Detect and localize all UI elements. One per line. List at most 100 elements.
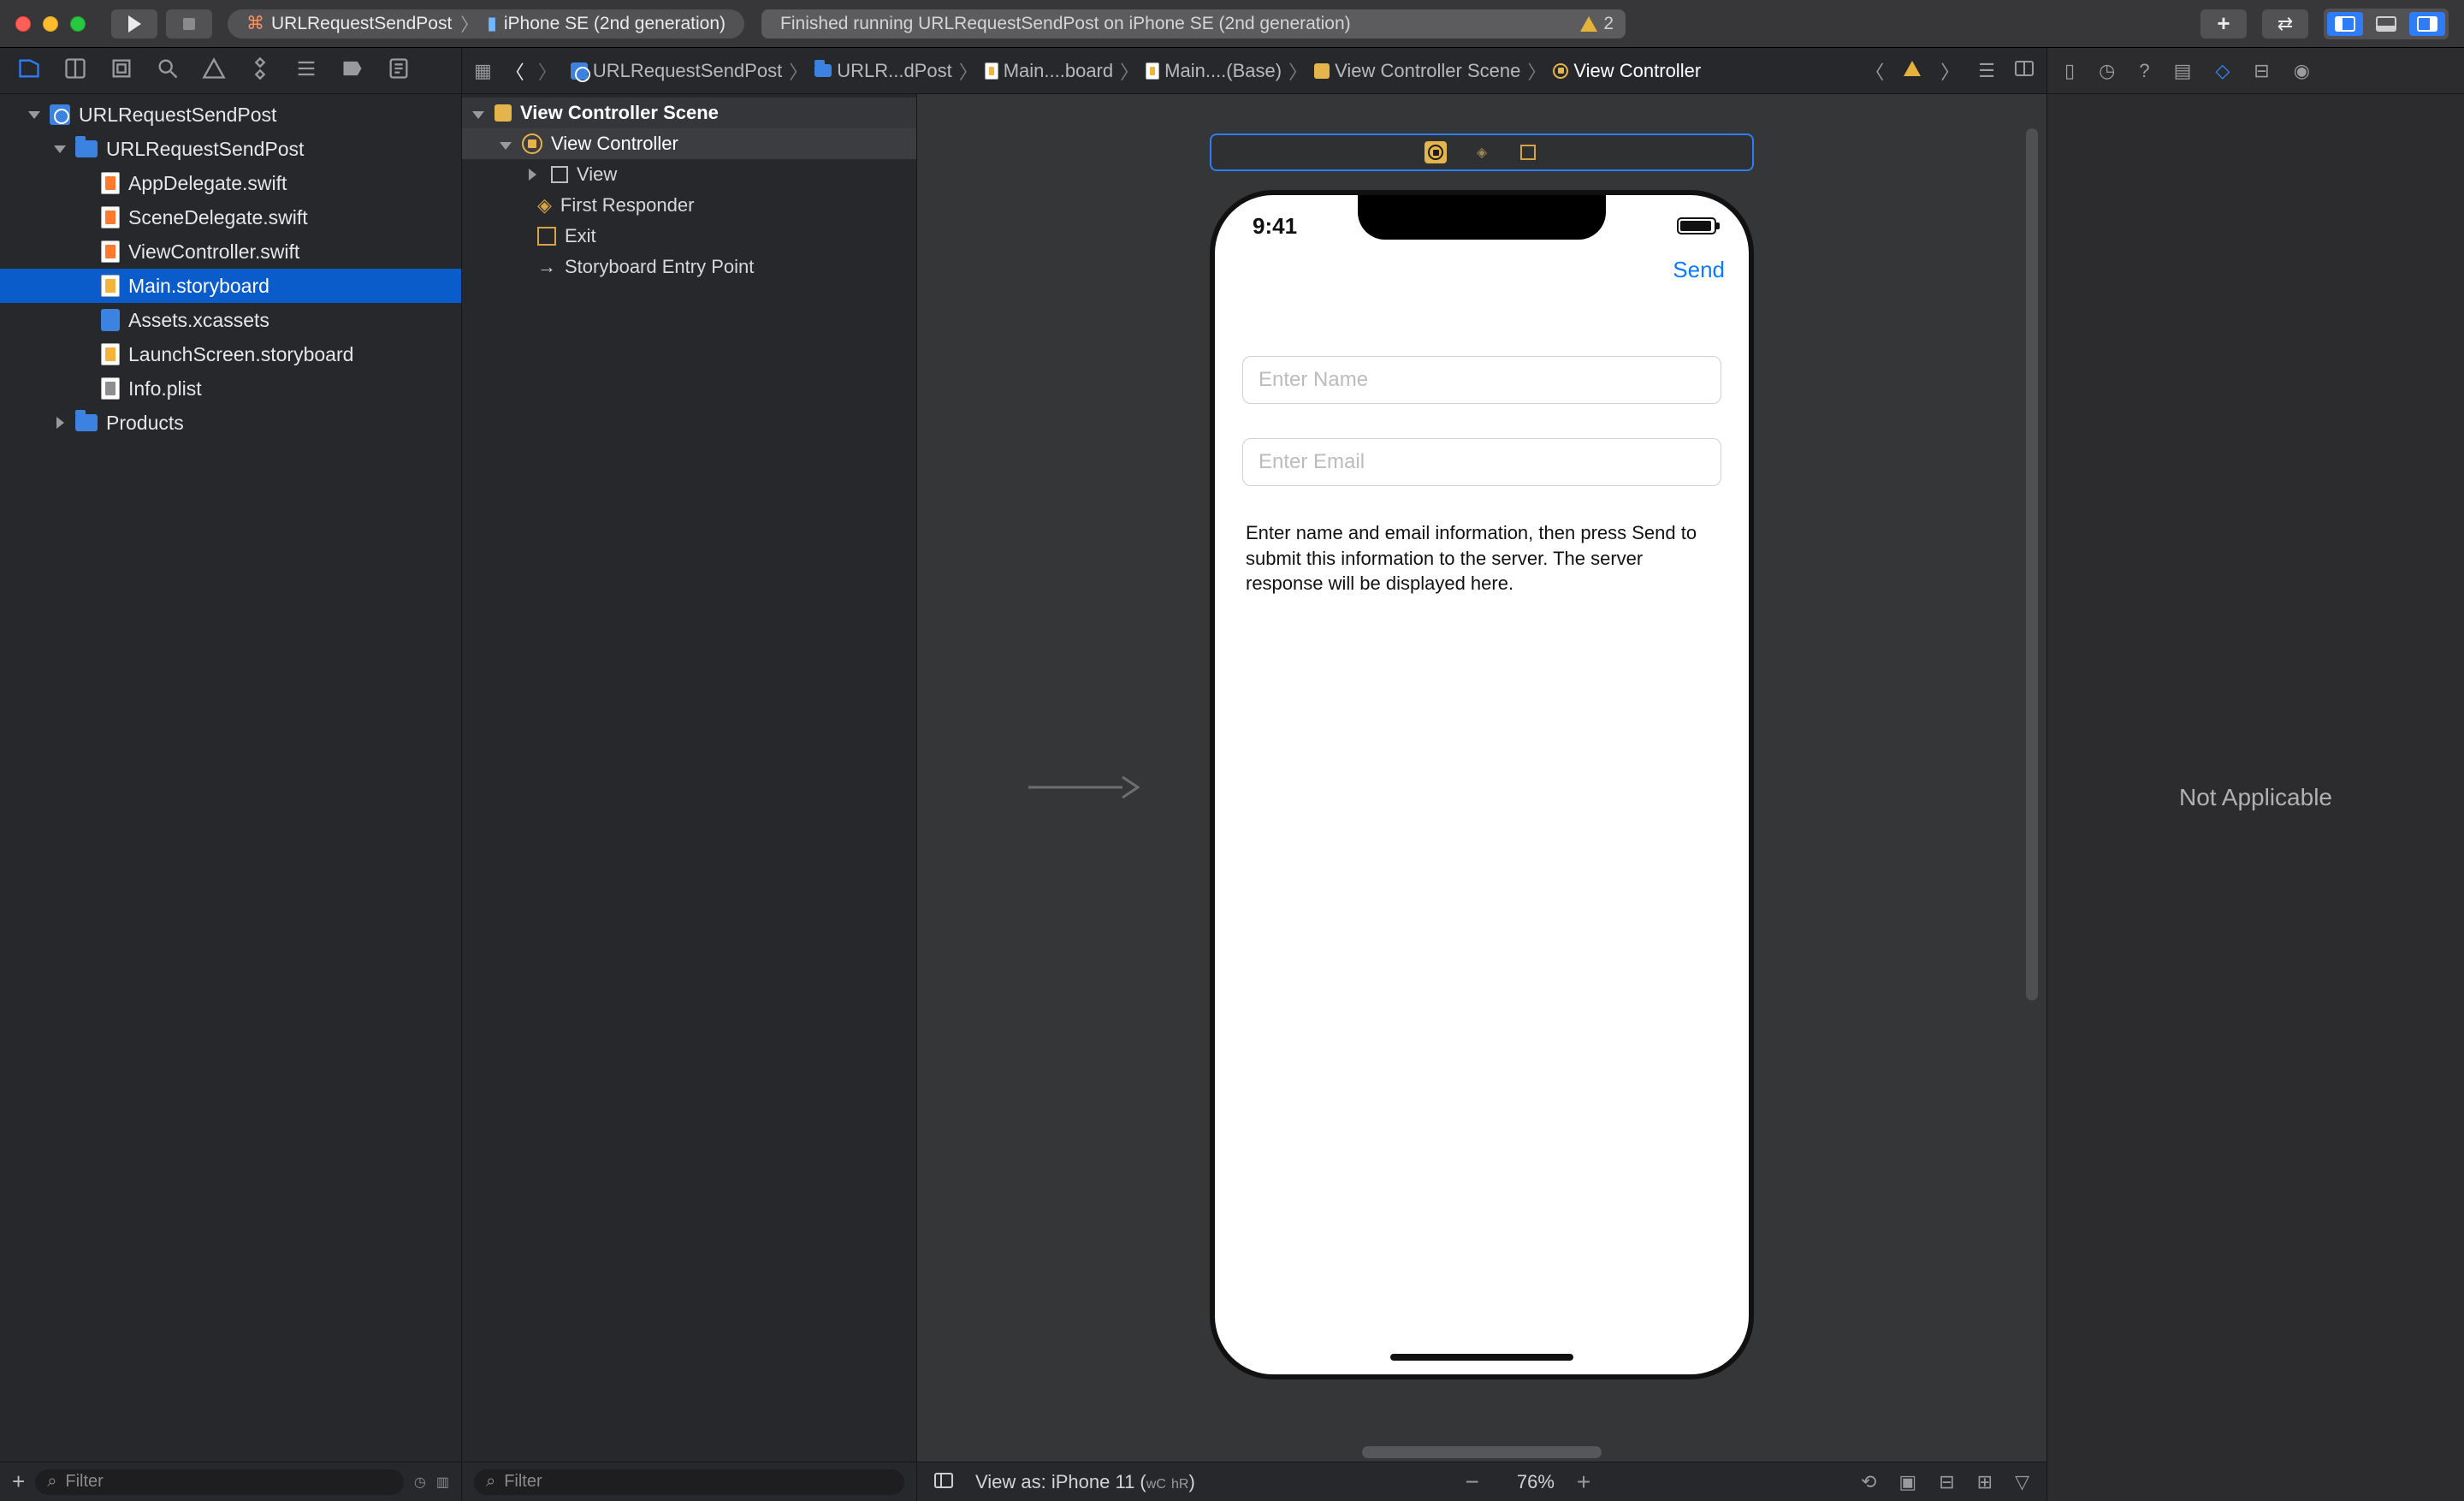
disclosure-triangle-icon[interactable] (500, 142, 512, 150)
device-mockup-iphone[interactable]: 9:41 Send Enter Name Enter Email Enter (1210, 190, 1754, 1379)
forward-button[interactable]: 〉 (538, 57, 557, 85)
canvas-vertical-scrollbar[interactable] (2026, 128, 2038, 1000)
scm-filter-button[interactable]: ▥ (436, 1474, 449, 1491)
scene-header-row[interactable]: View Controller Scene (462, 98, 916, 128)
test-navigator-tab[interactable] (248, 56, 272, 85)
send-button[interactable]: Send (1673, 257, 1725, 283)
file-row-selected[interactable]: Main.storyboard (0, 269, 461, 303)
project-navigator-tree[interactable]: URLRequestSendPost URLRequestSendPost Ap… (0, 94, 461, 1462)
file-row[interactable]: ViewController.swift (0, 234, 461, 269)
resolve-issues-button[interactable]: ▽ (2015, 1471, 2029, 1493)
close-window-button[interactable] (15, 16, 31, 32)
document-outline-tree[interactable]: View Controller Scene View Controller Vi… (462, 94, 916, 1462)
file-row[interactable]: Assets.xcassets (0, 303, 461, 337)
document-outline-panel: View Controller Scene View Controller Vi… (462, 94, 917, 1501)
adjust-editor-options-button[interactable]: ☰ (1978, 60, 1995, 82)
entry-point-label: Storyboard Entry Point (565, 256, 754, 278)
toggle-inspector-button[interactable] (2409, 12, 2445, 36)
align-button[interactable]: ⊟ (1939, 1471, 1954, 1493)
stop-button[interactable] (166, 9, 212, 39)
first-responder-row[interactable]: ◈ First Responder (462, 190, 916, 221)
status-time-label: 9:41 (1253, 213, 1297, 240)
navigator-footer: + ⌕ Filter ◷ ▥ (0, 1462, 461, 1501)
exit-dock-icon[interactable] (1517, 141, 1539, 163)
attributes-inspector-tab[interactable]: ◇ (2215, 60, 2230, 82)
first-responder-dock-icon[interactable]: ◈ (1471, 141, 1493, 163)
run-button[interactable] (111, 9, 157, 39)
find-navigator-tab[interactable] (156, 56, 180, 85)
update-frames-button[interactable]: ⟲ (1861, 1471, 1876, 1493)
breakpoint-navigator-tab[interactable] (341, 56, 364, 85)
exit-label: Exit (565, 225, 596, 247)
group-label: URLRequestSendPost (106, 138, 304, 161)
disclosure-triangle-icon[interactable] (529, 169, 536, 181)
navigator-filter-field[interactable]: ⌕ Filter (35, 1469, 404, 1495)
zoom-level-label[interactable]: 76% (1517, 1471, 1555, 1493)
crumb-label: URLRequestSendPost (593, 60, 782, 82)
zoom-window-button[interactable] (70, 16, 86, 32)
add-editor-button[interactable] (2014, 60, 2035, 81)
interface-builder-canvas[interactable]: ◈ 9:41 Send (917, 94, 2046, 1501)
debug-navigator-tab[interactable] (294, 56, 318, 85)
report-navigator-tab[interactable] (387, 56, 411, 85)
history-inspector-tab[interactable]: ◷ (2099, 60, 2115, 82)
minimize-window-button[interactable] (43, 16, 58, 32)
file-row[interactable]: Info.plist (0, 371, 461, 406)
exit-row[interactable]: Exit (462, 221, 916, 252)
file-row[interactable]: LaunchScreen.storyboard (0, 337, 461, 371)
storyboard-entry-arrow[interactable] (1028, 770, 1140, 809)
email-text-field[interactable]: Enter Email (1242, 438, 1721, 486)
view-controller-row[interactable]: View Controller (462, 128, 916, 159)
activity-status[interactable]: Finished running URLRequestSendPost on i… (761, 9, 1626, 39)
toggle-navigator-button[interactable] (2327, 12, 2363, 36)
add-constraints-button[interactable]: ⊞ (1977, 1471, 1993, 1493)
project-root-row[interactable]: URLRequestSendPost (0, 98, 461, 132)
toggle-debug-area-button[interactable] (2368, 12, 2404, 36)
view-controller-icon (522, 133, 542, 154)
breadcrumb-path[interactable]: URLRequestSendPost 〉 URLR...dPost 〉 Main… (571, 57, 1701, 85)
disclosure-triangle-icon[interactable] (54, 145, 66, 153)
form-container: Enter Name Enter Email Enter name and em… (1215, 300, 1749, 596)
name-text-field[interactable]: Enter Name (1242, 356, 1721, 404)
view-controller-dock-icon[interactable] (1424, 141, 1447, 163)
scene-dock[interactable]: ◈ (1210, 133, 1754, 171)
issue-navigator-tab[interactable] (202, 56, 226, 85)
scheme-selector[interactable]: ⌘ URLRequestSendPost 〉 ▮ iPhone SE (2nd … (228, 9, 744, 39)
scene-header-label: View Controller Scene (520, 102, 719, 124)
connections-inspector-tab[interactable]: ◉ (2294, 60, 2310, 82)
identity-inspector-tab[interactable]: ▤ (2174, 60, 2192, 82)
disclosure-triangle-icon[interactable] (472, 111, 484, 119)
products-group-row[interactable]: Products (0, 406, 461, 440)
storyboard-file-icon (101, 275, 120, 297)
file-row[interactable]: AppDelegate.swift (0, 166, 461, 200)
source-control-navigator-tab[interactable] (63, 56, 87, 85)
outline-filter-field[interactable]: ⌕ Filter (474, 1469, 904, 1495)
file-row[interactable]: SceneDelegate.swift (0, 200, 461, 234)
code-review-button[interactable]: ⇄ (2262, 9, 2308, 39)
group-row[interactable]: URLRequestSendPost (0, 132, 461, 166)
next-issue-button[interactable]: 〉 (1940, 57, 1959, 85)
file-label: Assets.xcassets (128, 309, 270, 332)
zoom-in-button[interactable]: + (1577, 1468, 1590, 1496)
view-row[interactable]: View (462, 159, 916, 190)
project-navigator-tab[interactable] (17, 56, 41, 85)
disclosure-triangle-icon[interactable] (28, 111, 40, 119)
size-inspector-tab[interactable]: ⊟ (2254, 60, 2269, 82)
toggle-outline-button[interactable] (934, 1471, 953, 1493)
library-button[interactable]: + (2200, 9, 2247, 39)
entry-point-row[interactable]: → Storyboard Entry Point (462, 252, 916, 282)
back-button[interactable]: 〈 (506, 57, 524, 85)
embed-in-button[interactable]: ▣ (1898, 1471, 1916, 1493)
device-configuration-button[interactable]: View as: iPhone 11 (wC hR) (975, 1471, 1195, 1493)
symbol-navigator-tab[interactable] (110, 56, 133, 85)
add-button[interactable]: + (12, 1468, 25, 1495)
disclosure-triangle-icon[interactable] (56, 417, 64, 429)
prev-issue-button[interactable]: 〈 (1865, 57, 1884, 85)
zoom-out-button[interactable]: − (1466, 1468, 1479, 1496)
canvas-horizontal-scrollbar[interactable] (1362, 1446, 1602, 1458)
quick-help-inspector-tab[interactable]: ? (2139, 60, 2149, 82)
recent-filter-button[interactable]: ◷ (414, 1474, 426, 1491)
related-items-button[interactable]: ▦ (474, 60, 492, 82)
canvas-footer-bar: View as: iPhone 11 (wC hR) − 76% + ⟲ ▣ ⊟… (917, 1462, 2046, 1501)
file-inspector-tab[interactable]: ▯ (2064, 60, 2075, 82)
